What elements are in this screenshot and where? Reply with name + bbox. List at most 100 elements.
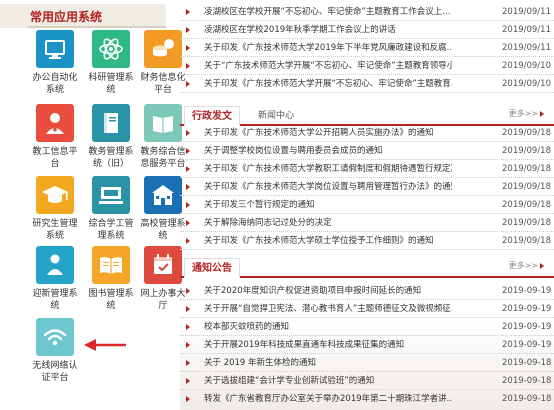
section-head-admin: 行政发文 新闻中心 更多>> bbox=[180, 104, 554, 126]
app-label: 无线网络认 证平台 bbox=[32, 361, 78, 383]
desk-icon bbox=[92, 176, 130, 214]
news-row[interactable]: 关于印发《广东技术师范大学硕士学位授予工作细则》的通知 2019/09/18 bbox=[180, 232, 554, 250]
news-row[interactable]: 关于选拔组建“会计学专业创新试验班”的通知 2019-09-18 bbox=[180, 372, 554, 390]
bullet-icon bbox=[186, 184, 190, 190]
news-date: 2019/09/11 bbox=[502, 25, 551, 35]
news-date: 2019/09/10 bbox=[502, 79, 551, 89]
news-title[interactable]: 关于调整学校岗位设置与聘用委员会成员的通知 bbox=[204, 142, 452, 160]
teacher-icon bbox=[36, 104, 74, 142]
bullet-icon bbox=[186, 130, 190, 136]
news-title[interactable]: 关于印发《广东技术师范大学岗位设置与聘用管理暂行办法》的通知 bbox=[204, 178, 452, 196]
app-oa[interactable]: 办公自动化 系统 bbox=[28, 30, 82, 96]
news-title[interactable]: 关于开展“自觉捍卫宪法、潜心教书育人”主题师德征文及微视频征... bbox=[204, 300, 452, 318]
tab-admin-docs[interactable]: 行政发文 bbox=[184, 106, 240, 126]
news-title[interactable]: 关于印发《广东技术师范大学教职工请假制度和假期待遇暂行规定》... bbox=[204, 160, 452, 178]
news-title[interactable]: 凌湖校区在学校开展“不忘初心、牢记使命”主题教育工作会议上... bbox=[204, 3, 452, 21]
news-title[interactable]: 关于印发《广东技术师范大学硕士学位授予工作细则》的通知 bbox=[204, 232, 452, 250]
building-icon bbox=[144, 176, 182, 214]
bullet-icon bbox=[186, 238, 190, 244]
bullet-icon bbox=[186, 202, 190, 208]
panel-title: 常用应用系统 bbox=[30, 10, 103, 24]
news-title[interactable]: 关于2020年度知识产权促进资助项目申报时间延长的通知 bbox=[204, 282, 452, 300]
news-title[interactable]: 关于开展2019年科技成果直通车科技成果征集的通知 bbox=[204, 336, 452, 354]
news-title[interactable]: 关于印发《广东技术师范大学开展“不忘初心、牢记使命”主题教育... bbox=[204, 75, 452, 93]
news-row[interactable]: 关于开展“自觉捍卫宪法、潜心教书育人”主题师德征文及微视频征... 2019-09… bbox=[180, 300, 554, 318]
book-icon bbox=[92, 104, 130, 142]
app-graduate[interactable]: 研究生管理 系统 bbox=[28, 176, 82, 242]
bullet-icon bbox=[186, 45, 190, 51]
bullet-icon bbox=[186, 360, 190, 366]
tab-notices[interactable]: 通知公告 bbox=[184, 258, 240, 278]
news-title[interactable]: 关于“广东技术师范大学开展“不忘初心、牢记使命”主题教育领导小组办... bbox=[204, 57, 452, 75]
coins-icon bbox=[144, 30, 182, 68]
news-date: 2019/09/18 bbox=[502, 164, 551, 174]
news-row[interactable]: 关于印发《广东技术师范大学岗位设置与聘用管理暂行办法》的通知 2019/09/18 bbox=[180, 178, 554, 196]
news-date: 2019-09-19 bbox=[502, 304, 552, 314]
app-panel: 常用应用系统 办公自动化 系统 科研管理系 统 财务信息化 平台 教工信息平 台… bbox=[0, 0, 186, 410]
news-row[interactable]: 校本部灭蚊喷药的通知 2019-09-19 bbox=[180, 318, 554, 336]
news-row[interactable]: 关于印发三个暂行规定的通知 2019/09/18 bbox=[180, 196, 554, 214]
more-link[interactable]: 更多>> bbox=[509, 260, 544, 271]
news-row[interactable]: 关于2020年度知识产权促进资助项目申报时间延长的通知 2019-09-19 bbox=[180, 282, 554, 300]
news-date: 2019-09-18 bbox=[502, 394, 552, 404]
app-academic-old[interactable]: 教务管理系 统（旧） bbox=[84, 104, 138, 170]
app-label: 教务管理系 统（旧） bbox=[88, 147, 134, 169]
news-row[interactable]: 转发《广东省教育厅办公室关于举办2019年第二十期珠江学者讲... 2019-09… bbox=[180, 390, 554, 408]
news-date: 2019/09/10 bbox=[502, 61, 551, 71]
app-label: 研究生管理 系统 bbox=[32, 219, 78, 241]
news-date: 2019-09-19 bbox=[502, 322, 552, 332]
app-label: 迎新管理系 统 bbox=[32, 289, 78, 311]
bullet-icon bbox=[186, 27, 190, 33]
app-label: 综合学工管 理系统 bbox=[88, 219, 134, 241]
news-row[interactable]: 凌湖校区在学校2019年秋季学期工作会议上的讲话 2019/09/11 bbox=[180, 21, 554, 39]
news-title[interactable]: 关于解除海纳同志记过处分的决定 bbox=[204, 214, 452, 232]
app-freshman[interactable]: 迎新管理系 统 bbox=[28, 246, 82, 312]
bullet-icon bbox=[186, 81, 190, 87]
bullet-icon bbox=[186, 220, 190, 226]
news-row[interactable]: 关于解除海纳同志记过处分的决定 2019/09/18 bbox=[180, 214, 554, 232]
app-library[interactable]: 图书管理系 统 bbox=[84, 246, 138, 312]
app-student-affairs[interactable]: 综合学工管 理系统 bbox=[84, 176, 138, 242]
news-row[interactable]: 关于印发《广东技术师范大学2019年下半年党风廉政建设和反腐... 2019/09… bbox=[180, 39, 554, 57]
app-label: 科研管理系 统 bbox=[88, 73, 134, 95]
news-row[interactable]: 关于 2019 年新生体检的通知 2019-09-18 bbox=[180, 354, 554, 372]
bullet-icon bbox=[186, 378, 190, 384]
bullet-icon bbox=[186, 324, 190, 330]
news-date: 2019/09/18 bbox=[502, 128, 551, 138]
bullet-icon bbox=[186, 306, 190, 312]
tab-news-center[interactable]: 新闻中心 bbox=[258, 107, 294, 125]
app-wifi-auth[interactable]: 无线网络认 证平台 bbox=[28, 318, 82, 384]
bullet-icon bbox=[186, 288, 190, 294]
news-title[interactable]: 关于印发三个暂行规定的通知 bbox=[204, 196, 452, 214]
news-row[interactable]: 关于印发《广东技术师范大学开展“不忘初心、牢记使命”主题教育... 2019/09… bbox=[180, 75, 554, 93]
news-row[interactable]: 关于开展2019年科技成果直通车科技成果征集的通知 2019-09-19 bbox=[180, 336, 554, 354]
app-label: 图书管理系 统 bbox=[88, 289, 134, 311]
bullet-icon bbox=[186, 9, 190, 15]
section-head-notices: 通知公告 更多>> bbox=[180, 256, 554, 278]
bullet-icon bbox=[186, 396, 190, 402]
news-date: 2019-09-18 bbox=[502, 358, 552, 368]
news-row[interactable]: 关于调整学校岗位设置与聘用委员会成员的通知 2019/09/18 bbox=[180, 142, 554, 160]
app-staff-info[interactable]: 教工信息平 台 bbox=[28, 104, 82, 170]
news-title[interactable]: 关于 2019 年新生体检的通知 bbox=[204, 354, 452, 372]
news-title[interactable]: 转发《广东省教育厅办公室关于举办2019年第二十期珠江学者讲... bbox=[204, 390, 452, 408]
more-link[interactable]: 更多>> bbox=[509, 108, 544, 119]
bullet-icon bbox=[186, 148, 190, 154]
news-row[interactable]: 关于印发《广东技术师范大学公开招聘人员实施办法》的通知 2019/09/18 bbox=[180, 124, 554, 142]
news-title[interactable]: 关于印发《广东技术师范大学2019年下半年党风廉政建设和反腐... bbox=[204, 39, 452, 57]
graduation-cap-icon bbox=[36, 176, 74, 214]
news-date: 2019-09-19 bbox=[502, 286, 552, 296]
news-date: 2019-09-19 bbox=[502, 340, 552, 350]
app-research[interactable]: 科研管理系 统 bbox=[84, 30, 138, 96]
news-title[interactable]: 校本部灭蚊喷药的通知 bbox=[204, 318, 452, 336]
news-date: 2019/09/18 bbox=[502, 236, 551, 246]
red-arrow-icon bbox=[84, 339, 126, 351]
news-title[interactable]: 关于印发《广东技术师范大学公开招聘人员实施办法》的通知 bbox=[204, 124, 452, 142]
news-row[interactable]: 关于印发《广东技术师范大学教职工请假制度和假期待遇暂行规定》... 2019/09… bbox=[180, 160, 554, 178]
news-date: 2019/09/18 bbox=[502, 218, 551, 228]
bullet-icon bbox=[186, 63, 190, 69]
news-title[interactable]: 关于选拔组建“会计学专业创新试验班”的通知 bbox=[204, 372, 452, 390]
news-row[interactable]: 凌湖校区在学校开展“不忘初心、牢记使命”主题教育工作会议上... 2019/09/… bbox=[180, 3, 554, 21]
news-title[interactable]: 凌湖校区在学校2019年秋季学期工作会议上的讲话 bbox=[204, 21, 452, 39]
news-row[interactable]: 关于“广东技术师范大学开展“不忘初心、牢记使命”主题教育领导小组办... 2019… bbox=[180, 57, 554, 75]
